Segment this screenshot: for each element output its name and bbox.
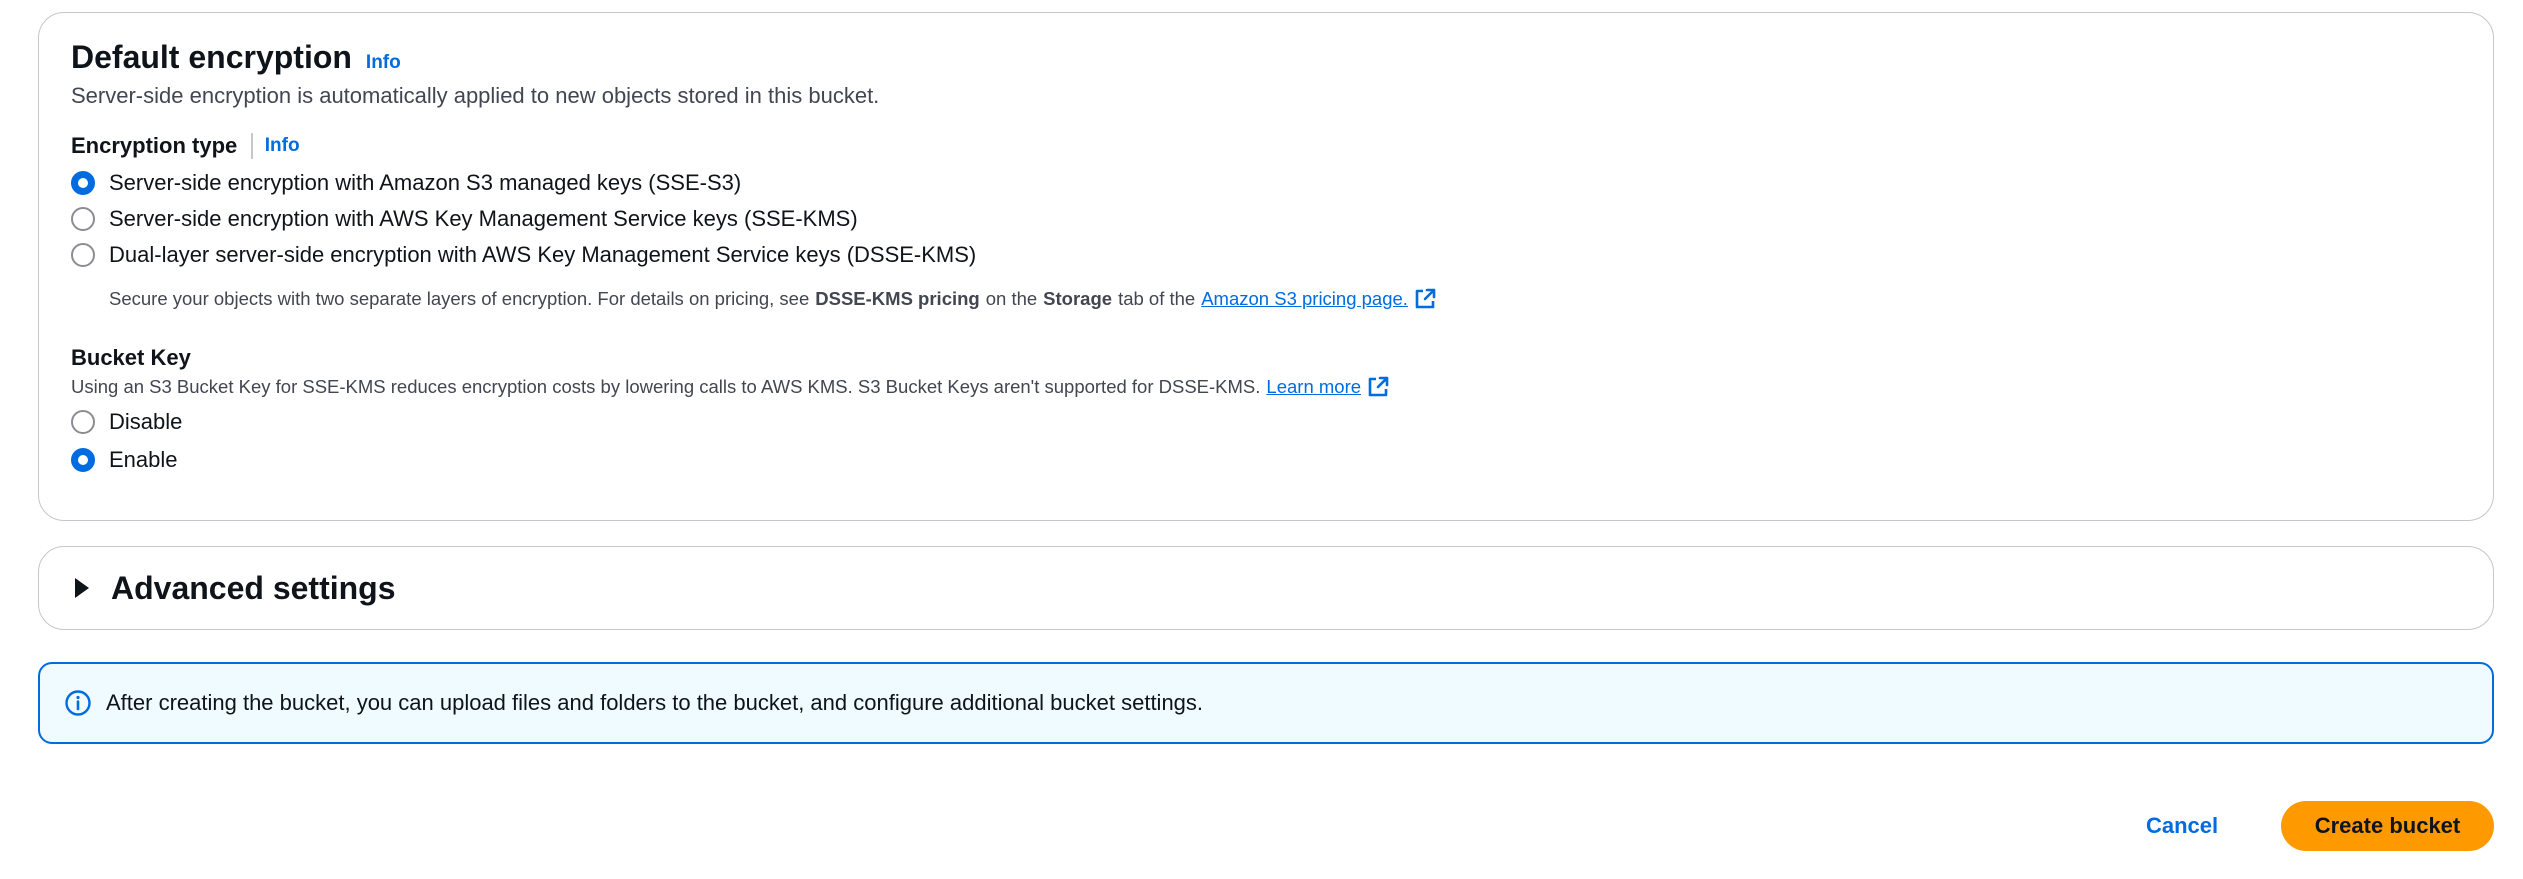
radio-label-enable: Enable xyxy=(109,447,178,472)
learn-more-link-text: Learn more xyxy=(1266,376,1362,397)
encryption-type-label: Encryption type xyxy=(71,133,238,158)
radio-label-disable: Disable xyxy=(109,409,183,434)
dsse-desc-suffix: tab of the xyxy=(1118,288,1196,309)
radio-button-checked[interactable] xyxy=(71,171,95,195)
radio-button[interactable] xyxy=(71,243,95,267)
encryption-type-label-row: Encryption type Info xyxy=(71,131,300,161)
learn-more-link[interactable]: Learn more xyxy=(1266,374,1389,400)
dsse-kms-description: Secure your objects with two separate la… xyxy=(109,286,1436,312)
panel-header: Default encryption Info xyxy=(71,37,401,77)
radio-sse-s3[interactable]: Server-side encryption with Amazon S3 ma… xyxy=(71,167,741,199)
radio-dsse-kms[interactable]: Dual-layer server-side encryption with A… xyxy=(71,239,976,271)
bucket-key-label: Bucket Key xyxy=(71,345,191,370)
default-encryption-info-link[interactable]: Info xyxy=(366,52,401,74)
radio-button[interactable] xyxy=(71,410,95,434)
panel-title: Default encryption xyxy=(71,39,352,75)
radio-label-sse-s3: Server-side encryption with Amazon S3 ma… xyxy=(109,170,742,195)
external-link-icon xyxy=(1368,376,1389,397)
storage-bold: Storage xyxy=(1043,288,1113,309)
label-divider xyxy=(251,133,253,159)
bucket-key-description: Using an S3 Bucket Key for SSE-KMS reduc… xyxy=(71,374,1389,400)
dsse-desc-prefix: Secure your objects with two separate la… xyxy=(109,288,810,309)
alert-text: After creating the bucket, you can uploa… xyxy=(106,690,1204,715)
caret-right-icon xyxy=(75,578,89,598)
radio-label-dsse-kms: Dual-layer server-side encryption with A… xyxy=(109,242,977,267)
dsse-desc-mid: on the xyxy=(985,288,1038,309)
dsse-pricing-bold: DSSE-KMS pricing xyxy=(815,288,980,309)
advanced-settings-expander[interactable]: Advanced settings xyxy=(38,546,2494,630)
default-encryption-panel: Default encryption Info Server-side encr… xyxy=(38,12,2494,521)
info-circle-icon xyxy=(65,690,91,716)
info-alert: After creating the bucket, you can uploa… xyxy=(38,662,2494,744)
radio-label-sse-kms: Server-side encryption with AWS Key Mana… xyxy=(109,206,858,231)
external-link-icon xyxy=(1415,288,1436,309)
bucket-key-desc-text: Using an S3 Bucket Key for SSE-KMS reduc… xyxy=(71,376,1261,397)
create-bucket-button[interactable]: Create bucket xyxy=(2281,801,2494,851)
radio-button[interactable] xyxy=(71,207,95,231)
encryption-type-info-link[interactable]: Info xyxy=(265,135,300,157)
radio-button-checked[interactable] xyxy=(71,448,95,472)
s3-pricing-link-text: Amazon S3 pricing page. xyxy=(1201,288,1408,309)
radio-bucket-key-disable[interactable]: Disable xyxy=(71,406,182,438)
panel-description: Server-side encryption is automatically … xyxy=(71,83,880,108)
s3-pricing-link[interactable]: Amazon S3 pricing page. xyxy=(1201,286,1436,312)
advanced-settings-title: Advanced settings xyxy=(111,569,396,606)
cancel-button[interactable]: Cancel xyxy=(2146,807,2218,845)
radio-sse-kms[interactable]: Server-side encryption with AWS Key Mana… xyxy=(71,203,858,235)
radio-bucket-key-enable[interactable]: Enable xyxy=(71,444,178,476)
